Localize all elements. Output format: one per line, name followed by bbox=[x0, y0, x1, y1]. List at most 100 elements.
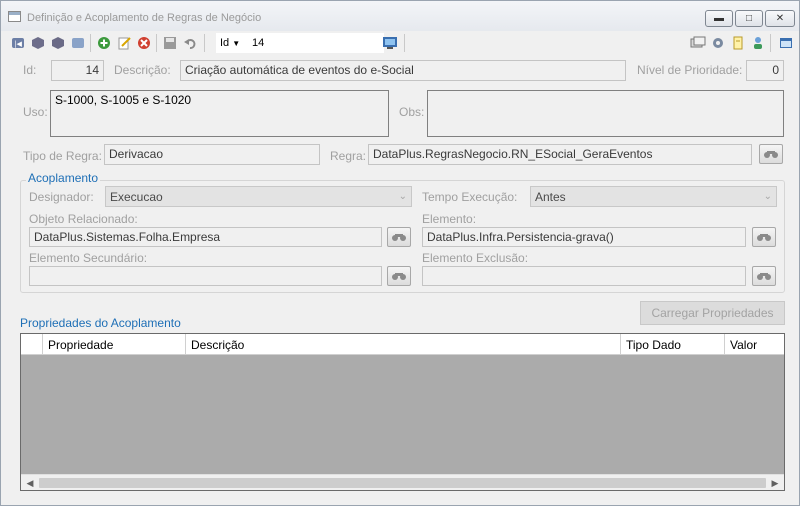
scroll-right-icon[interactable]: ▶ bbox=[768, 477, 782, 489]
scroll-thumb[interactable] bbox=[39, 478, 766, 488]
toolbar: |◀ Id ▼ 14 bbox=[10, 32, 795, 54]
window-menu-icon bbox=[780, 38, 792, 48]
uso-label: Uso: bbox=[23, 105, 48, 119]
descricao-field[interactable]: Criação automática de eventos do e-Socia… bbox=[180, 60, 626, 81]
edit-icon bbox=[118, 37, 131, 50]
note-button[interactable] bbox=[730, 35, 746, 51]
column-header-valor[interactable]: Valor bbox=[725, 334, 784, 355]
toolbar-separator bbox=[404, 34, 405, 52]
prioridade-field[interactable]: 0 bbox=[746, 60, 784, 81]
add-icon bbox=[98, 37, 110, 49]
user-button[interactable] bbox=[750, 35, 766, 51]
binoculars-icon bbox=[392, 234, 406, 241]
svg-text:|◀: |◀ bbox=[14, 40, 22, 48]
toolbar-separator bbox=[90, 34, 91, 52]
delete-button[interactable] bbox=[136, 35, 152, 51]
close-button[interactable]: ✕ bbox=[765, 10, 795, 27]
acoplamento-title: Acoplamento bbox=[26, 171, 101, 185]
window-menu-button[interactable] bbox=[778, 35, 794, 51]
binoculars-icon bbox=[757, 273, 771, 280]
tipo-regra-label: Tipo de Regra: bbox=[23, 149, 102, 163]
id-search-label: Id bbox=[220, 37, 230, 49]
id-field[interactable]: 14 bbox=[51, 60, 104, 81]
elemento-exclusao-label: Elemento Exclusão: bbox=[422, 251, 529, 265]
column-header-tipo-dado[interactable]: Tipo Dado bbox=[621, 334, 725, 355]
user-icon bbox=[754, 37, 762, 49]
minimize-icon: ▬ bbox=[714, 13, 724, 24]
column-header-descricao[interactable]: Descrição bbox=[186, 334, 621, 355]
binoculars-icon bbox=[757, 234, 771, 241]
tempo-execucao-select[interactable]: Antes ⌄ bbox=[530, 186, 777, 207]
objeto-relacionado-label: Objeto Relacionado: bbox=[29, 212, 138, 226]
next-record-button[interactable] bbox=[50, 35, 66, 51]
first-record-button[interactable]: |◀ bbox=[10, 35, 26, 51]
save-icon bbox=[164, 37, 176, 49]
elemento-exclusao-field[interactable] bbox=[422, 266, 746, 286]
scroll-left-icon[interactable]: ◀ bbox=[23, 477, 37, 489]
uso-field[interactable]: S-1000, S-1005 e S-1020 bbox=[50, 90, 389, 137]
settings-button[interactable] bbox=[710, 35, 726, 51]
toolbar-separator bbox=[204, 34, 205, 52]
obs-label: Obs: bbox=[399, 105, 425, 119]
undo-button[interactable] bbox=[182, 35, 198, 51]
note-icon bbox=[733, 36, 743, 50]
chevron-down-icon: ⌄ bbox=[763, 191, 772, 202]
add-button[interactable] bbox=[96, 35, 112, 51]
title-bar: Definição e Acoplamento de Regras de Neg… bbox=[1, 1, 799, 31]
previous-record-icon bbox=[32, 37, 44, 49]
designador-value: Execucao bbox=[110, 190, 163, 204]
undo-icon bbox=[184, 39, 196, 49]
cards-button[interactable] bbox=[690, 35, 706, 51]
id-search-value[interactable]: 14 bbox=[252, 37, 264, 49]
elemento-secundario-lookup-button[interactable] bbox=[387, 266, 411, 286]
maximize-button[interactable]: □ bbox=[735, 10, 763, 27]
horizontal-scrollbar[interactable]: ◀ ▶ bbox=[21, 474, 784, 490]
grid-header: Propriedade Descrição Tipo Dado Valor bbox=[21, 334, 784, 355]
previous-record-button[interactable] bbox=[30, 35, 46, 51]
last-record-button[interactable] bbox=[70, 35, 86, 51]
main-window: Definição e Acoplamento de Regras de Neg… bbox=[0, 0, 800, 506]
objeto-lookup-button[interactable] bbox=[387, 227, 411, 247]
row-selector-header bbox=[21, 334, 43, 355]
regra-lookup-button[interactable] bbox=[759, 144, 783, 164]
tempo-execucao-label: Tempo Execução: bbox=[422, 190, 518, 204]
window-title: Definição e Acoplamento de Regras de Neg… bbox=[27, 12, 262, 24]
first-record-icon: |◀ bbox=[12, 38, 24, 48]
monitor-arrow-icon bbox=[383, 37, 397, 49]
propriedades-grid[interactable]: Propriedade Descrição Tipo Dado Valor ◀ … bbox=[20, 333, 785, 491]
next-record-icon bbox=[52, 37, 64, 49]
save-button[interactable] bbox=[162, 35, 178, 51]
objeto-relacionado-field[interactable]: DataPlus.Sistemas.Folha.Empresa bbox=[29, 227, 382, 247]
elemento-secundario-label: Elemento Secundário: bbox=[29, 251, 148, 265]
chevron-down-icon: ⌄ bbox=[398, 191, 407, 202]
maximize-icon: □ bbox=[745, 13, 753, 24]
tipo-regra-field[interactable]: Derivacao bbox=[104, 144, 320, 165]
obs-field[interactable] bbox=[427, 90, 784, 137]
column-header-propriedade[interactable]: Propriedade bbox=[43, 334, 186, 355]
minimize-button[interactable]: ▬ bbox=[705, 10, 733, 27]
last-record-icon bbox=[72, 38, 84, 48]
descricao-label: Descrição: bbox=[114, 63, 171, 77]
propriedades-title: Propriedades do Acoplamento bbox=[20, 316, 181, 330]
prioridade-label: Nível de Prioridade: bbox=[637, 63, 743, 77]
gear-icon bbox=[713, 38, 723, 48]
chevron-down-icon[interactable]: ▼ bbox=[232, 39, 240, 48]
elemento-exclusao-lookup-button[interactable] bbox=[752, 266, 776, 286]
close-icon: ✕ bbox=[775, 13, 785, 24]
regra-label: Regra: bbox=[330, 149, 367, 163]
elemento-label: Elemento: bbox=[422, 212, 477, 226]
record-id-search[interactable]: Id ▼ 14 bbox=[216, 33, 384, 53]
toolbar-separator bbox=[156, 34, 157, 52]
edit-button[interactable] bbox=[116, 35, 132, 51]
elemento-field[interactable]: DataPlus.Infra.Persistencia-grava() bbox=[422, 227, 746, 247]
carregar-propriedades-button[interactable]: Carregar Propriedades bbox=[640, 301, 785, 325]
designador-select[interactable]: Execucao ⌄ bbox=[105, 186, 412, 207]
goto-record-button[interactable] bbox=[382, 35, 398, 51]
cards-icon bbox=[690, 36, 706, 48]
elemento-lookup-button[interactable] bbox=[752, 227, 776, 247]
window-icon bbox=[8, 11, 21, 22]
toolbar-separator bbox=[770, 34, 771, 52]
regra-field[interactable]: DataPlus.RegrasNegocio.RN_ESocial_GeraEv… bbox=[368, 144, 752, 165]
id-label: Id: bbox=[23, 63, 37, 77]
elemento-secundario-field[interactable] bbox=[29, 266, 382, 286]
